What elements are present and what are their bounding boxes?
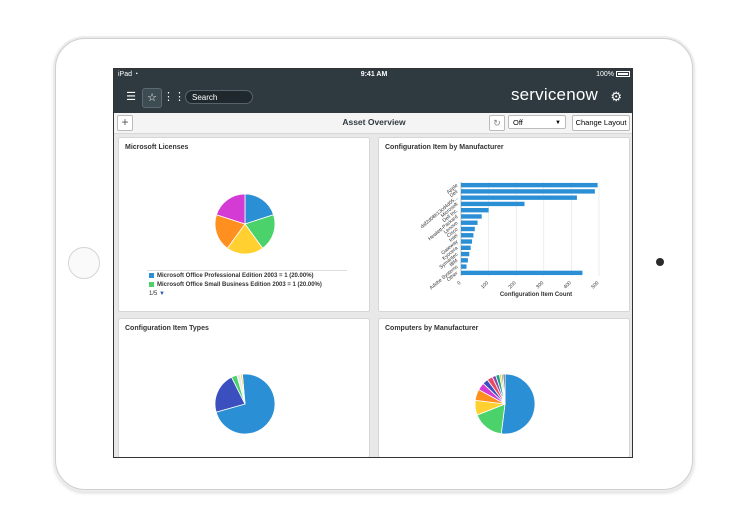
bar[interactable] bbox=[461, 233, 474, 238]
card-computers-by-manufacturer: Computers by Manufacturer bbox=[378, 318, 630, 457]
ci-manufacturer-bar-chart: 0 100 200 300 400 500AppleDelldaf2d08b13cd4d0… bbox=[419, 182, 601, 298]
pie-slice[interactable] bbox=[500, 373, 536, 435]
legend-swatch bbox=[149, 281, 154, 287]
x-tick-label: 200 bbox=[507, 280, 517, 290]
bar[interactable] bbox=[461, 214, 482, 219]
camera-dot bbox=[656, 258, 664, 266]
bar[interactable] bbox=[461, 195, 577, 200]
star-icon[interactable]: ☆ bbox=[142, 88, 162, 108]
dashboard-toolbar: + Asset Overview ↻ Off ▼ Change Layout bbox=[114, 113, 632, 134]
computers-manufacturer-pie bbox=[474, 373, 536, 435]
brand-logo: servicenow bbox=[510, 85, 598, 104]
legend-pager: 1/5 ▼ bbox=[149, 291, 165, 297]
refresh-icon[interactable]: ↻ bbox=[489, 115, 505, 131]
x-tick-label: 0 bbox=[456, 280, 462, 286]
bar[interactable] bbox=[461, 208, 489, 213]
gear-icon[interactable]: ⚙ bbox=[610, 89, 622, 105]
bar[interactable] bbox=[461, 189, 595, 194]
status-bar: iPad ◔ 9:41 AM 100% bbox=[114, 69, 632, 81]
app-screen: iPad ◔ 9:41 AM 100% ☰ ☆ ⋮⋮ Search servic… bbox=[113, 68, 633, 458]
refresh-interval-select[interactable]: Off ▼ bbox=[508, 115, 566, 129]
bar[interactable] bbox=[461, 245, 471, 250]
legend-item: Microsoft Office Professional Edition 20… bbox=[149, 272, 322, 281]
x-tick-label: 400 bbox=[563, 280, 573, 290]
home-button[interactable] bbox=[68, 247, 100, 279]
card-ci-by-manufacturer: Configuration Item by Manufacturer 0 100 2… bbox=[378, 137, 630, 312]
bar[interactable] bbox=[461, 239, 473, 244]
legend-divider bbox=[147, 270, 347, 271]
x-tick-label: 300 bbox=[535, 280, 545, 290]
bar[interactable] bbox=[461, 220, 478, 225]
battery-indicator: 100% bbox=[596, 69, 630, 81]
change-layout-button[interactable]: Change Layout bbox=[572, 115, 630, 131]
bar[interactable] bbox=[461, 251, 470, 257]
x-tick-label: 100 bbox=[480, 280, 490, 290]
caret-down-icon: ▼ bbox=[555, 120, 561, 126]
bar[interactable] bbox=[461, 182, 598, 188]
card-ci-types: Configuration Item Types bbox=[118, 318, 370, 457]
legend-item: Microsoft Office Small Business Edition … bbox=[149, 281, 322, 290]
bar[interactable] bbox=[461, 201, 525, 207]
bar[interactable] bbox=[461, 258, 468, 263]
bar[interactable] bbox=[461, 270, 583, 276]
ci-types-pie bbox=[214, 373, 276, 435]
pager-down-icon[interactable]: ▼ bbox=[159, 291, 165, 297]
status-time: 9:41 AM bbox=[360, 71, 388, 78]
grid-icon[interactable]: ⋮⋮ bbox=[163, 88, 185, 106]
menu-icon[interactable]: ☰ bbox=[122, 88, 140, 106]
battery-icon bbox=[616, 71, 630, 78]
card-microsoft-licenses: Microsoft Licenses Microsoft Office Prof… bbox=[118, 137, 370, 312]
x-axis-label: Configuration Item Count bbox=[500, 292, 572, 298]
bar[interactable] bbox=[461, 264, 467, 269]
bar[interactable] bbox=[461, 226, 475, 232]
pie-legend: Microsoft Office Professional Edition 20… bbox=[149, 272, 322, 299]
x-tick-label: 500 bbox=[590, 280, 600, 290]
search-input[interactable]: Search bbox=[185, 90, 253, 104]
legend-swatch bbox=[149, 272, 154, 278]
app-header: ☰ ☆ ⋮⋮ Search servicenow ⚙ bbox=[114, 81, 632, 113]
